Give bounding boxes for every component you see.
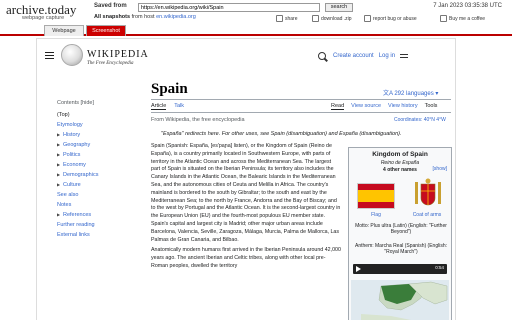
- report-icon: [364, 15, 371, 22]
- wikipedia-globe-icon[interactable]: [61, 44, 83, 66]
- report-tool[interactable]: report bug or abuse: [364, 15, 417, 22]
- toc-item-etymology[interactable]: Etymology: [57, 120, 137, 130]
- snapshots-line: All snapshots from host en.wikipedia.org: [94, 14, 196, 20]
- toc-item-demographics[interactable]: ▶ Demographics: [57, 170, 137, 180]
- create-account-link[interactable]: Create account: [333, 53, 374, 59]
- wiki-wordmark[interactable]: WIKIPEDIA: [87, 49, 149, 60]
- tab-screenshot[interactable]: Screenshot: [86, 25, 126, 36]
- table-of-contents: Contents [hide] (Top) Etymology ▶ History…: [57, 100, 137, 240]
- wiki-header: WIKIPEDIA The Free Encyclopedia Create a…: [37, 39, 455, 75]
- share-icon: [276, 15, 283, 22]
- search-icon[interactable]: [318, 52, 326, 60]
- language-button[interactable]: 文A 292 languages ▾: [383, 88, 438, 97]
- tab-view-history[interactable]: View history: [388, 103, 418, 110]
- toc-item-references[interactable]: ▶ References: [57, 210, 137, 220]
- namespace-tabs: Article Talk: [151, 103, 184, 110]
- anthem-audio-player[interactable]: 0:54: [353, 264, 447, 274]
- capture-date: 7 Jan 2023 03:35:38 UTC: [433, 3, 502, 9]
- coffee-tool[interactable]: Buy me a coffee: [440, 15, 485, 22]
- toc-item-politics[interactable]: ▶ Politics: [57, 150, 137, 160]
- article-body: Spain (Spanish: España, [es'paɲa] listen…: [151, 143, 341, 274]
- login-link[interactable]: Log in: [379, 53, 395, 59]
- flag-of-spain-image[interactable]: [357, 183, 395, 209]
- coat-of-arms-image[interactable]: [413, 178, 443, 210]
- tab-talk[interactable]: Talk: [174, 103, 184, 110]
- infobox: Kingdom of Spain Reino de España 4 other…: [348, 147, 452, 320]
- archive-tabs: Webpage Screenshot: [0, 24, 512, 36]
- coordinates-link[interactable]: Coordinates: 40°N 4°W: [394, 117, 446, 123]
- share-tool[interactable]: share: [276, 15, 298, 22]
- personal-tools: Create account Log in: [333, 53, 409, 59]
- url-input[interactable]: [138, 3, 320, 12]
- tab-view-source[interactable]: View source: [351, 103, 381, 110]
- view-tabs: Read View source View history Tools: [331, 103, 437, 110]
- page-title: Spain: [151, 81, 188, 97]
- toc-item-history[interactable]: ▶ History: [57, 130, 137, 140]
- search-button[interactable]: search: [325, 3, 353, 12]
- toc-item-geography[interactable]: ▶ Geography: [57, 140, 137, 150]
- tab-article[interactable]: Article: [151, 103, 167, 110]
- tab-webpage[interactable]: Webpage: [44, 25, 84, 36]
- coffee-icon: [440, 15, 447, 22]
- flag-caption[interactable]: Flag: [357, 212, 395, 218]
- all-snapshots-link[interactable]: All snapshots: [94, 14, 130, 20]
- infobox-motto: Motto: Plus ultra (Latin) (English: "Fur…: [355, 223, 447, 235]
- host-link[interactable]: en.wikipedia.org: [156, 14, 196, 20]
- infobox-title: Kingdom of Spain: [372, 151, 428, 158]
- toc-heading[interactable]: Contents [hide]: [57, 100, 137, 106]
- history-paragraph: Anatomically modern humans first arrived…: [151, 247, 341, 269]
- toc-item-top[interactable]: (Top): [57, 110, 137, 120]
- coat-of-arms-caption[interactable]: Coat of arms: [403, 212, 451, 218]
- hatnote: "España" redirects here. For other uses,…: [161, 131, 402, 137]
- more-options-icon[interactable]: [400, 54, 409, 58]
- lead-paragraph: Spain (Spanish: España, [es'paɲa] listen…: [151, 143, 341, 243]
- from-host-label: from host: [131, 14, 155, 20]
- download-tool[interactable]: download .zip: [312, 15, 352, 22]
- show-toggle[interactable]: [show]: [433, 166, 447, 172]
- toc-item-economy[interactable]: ▶ Economy: [57, 160, 137, 170]
- wikipedia-page: WIKIPEDIA The Free Encyclopedia Create a…: [36, 38, 456, 320]
- wiki-tagline: The Free Encyclopedia: [87, 61, 134, 66]
- archive-subtitle: webpage capture: [22, 15, 65, 21]
- menu-icon[interactable]: [45, 52, 54, 59]
- toc-item-external-links[interactable]: External links: [57, 230, 137, 240]
- audio-duration: 0:54: [435, 265, 444, 270]
- toc-item-notes[interactable]: Notes: [57, 200, 137, 210]
- toc-item-see-also[interactable]: See also: [57, 190, 137, 200]
- site-sub: From Wikipedia, the free encyclopedia: [151, 117, 245, 123]
- location-map-image[interactable]: [351, 280, 449, 320]
- tab-read[interactable]: Read: [331, 103, 345, 110]
- tabs-divider: [151, 112, 451, 113]
- title-divider: [151, 99, 451, 100]
- infobox-anthem: Anthem: Marcha Real (Spanish) (English: …: [355, 243, 447, 255]
- archive-toolbar: archive.today webpage capture Saved from…: [0, 0, 512, 36]
- saved-from-label: Saved from: [94, 3, 127, 9]
- play-icon[interactable]: [356, 266, 361, 272]
- toc-item-culture[interactable]: ▶ Culture: [57, 180, 137, 190]
- toc-item-further-reading[interactable]: Further reading: [57, 220, 137, 230]
- download-icon: [312, 15, 319, 22]
- tab-tools[interactable]: Tools: [425, 103, 438, 110]
